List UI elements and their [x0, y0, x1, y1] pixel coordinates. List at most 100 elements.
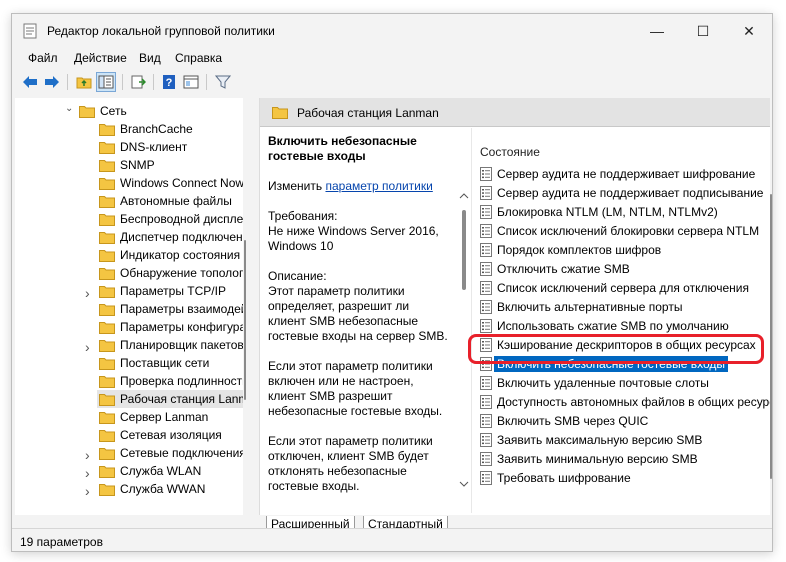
- tree-item-label: Параметры TCP/IP: [120, 284, 226, 298]
- show-hide-tree-icon[interactable]: [96, 72, 116, 92]
- policy-setting-icon: [480, 394, 492, 409]
- folder-icon: [99, 393, 115, 406]
- folder-icon: [99, 357, 115, 370]
- policy-row-label: Включить альтернативные порты: [497, 299, 683, 314]
- tree-item-label: Индикатор состояния: [120, 248, 241, 262]
- tree-item[interactable]: BranchCache: [99, 120, 193, 138]
- folder-icon: [99, 213, 115, 226]
- tree-item-label: Параметры взаимодействия: [120, 302, 243, 316]
- chevron-right-icon[interactable]: ›: [85, 465, 90, 481]
- tree-item-label: Планировщик пакетов: [120, 338, 243, 352]
- policy-row[interactable]: Заявить максимальную версию SMB: [480, 430, 770, 449]
- toolbar-separator: [206, 74, 207, 90]
- policy-row[interactable]: Список исключений сервера для отключения: [480, 278, 770, 297]
- details-header-title: Рабочая станция Lanman: [297, 106, 439, 120]
- tree-item-label: Беспроводной дисплей: [120, 212, 243, 226]
- chevron-right-icon[interactable]: ›: [85, 339, 90, 355]
- up-folder-icon[interactable]: [74, 72, 94, 92]
- tree-item-network[interactable]: Сеть: [79, 102, 127, 120]
- folder-icon: [99, 249, 115, 262]
- policy-row[interactable]: Порядок комплектов шифров: [480, 240, 770, 259]
- tree-item[interactable]: Сетевые подключения: [99, 444, 243, 462]
- tree-item[interactable]: Обнаружение топологии: [99, 264, 243, 282]
- policy-row[interactable]: Доступность автономных файлов в общих ре…: [480, 392, 770, 411]
- policy-row[interactable]: Отключить сжатие SMB: [480, 259, 770, 278]
- help-icon[interactable]: ?: [159, 72, 179, 92]
- back-arrow-icon[interactable]: [20, 72, 40, 92]
- policy-row-label: Заявить максимальную версию SMB: [497, 432, 703, 447]
- tree-item-label: Поставщик сети: [120, 356, 210, 370]
- tree-item-label: Сетевая изоляция: [120, 428, 222, 442]
- disabled-description: Если этот параметр политики отключен, кл…: [268, 434, 433, 493]
- close-button[interactable]: ✕: [726, 14, 772, 48]
- policy-setting-icon: [480, 242, 492, 257]
- policy-row[interactable]: Включить удаленные почтовые слоты: [480, 373, 770, 392]
- policy-row[interactable]: Сервер аудита не поддерживает шифрование: [480, 164, 770, 183]
- tree-item[interactable]: Сервер Lanman: [99, 408, 208, 426]
- tree-item[interactable]: Сетевая изоляция: [99, 426, 222, 444]
- tree-item[interactable]: Индикатор состояния: [99, 246, 240, 264]
- toolbar-separator: [67, 74, 68, 90]
- column-header-state[interactable]: Состояние: [480, 145, 540, 159]
- menu-help[interactable]: Справка: [175, 51, 222, 65]
- policy-row[interactable]: Включить SMB через QUIC: [480, 411, 770, 430]
- tree-item-label: Сервер Lanman: [120, 410, 209, 424]
- folder-icon: [99, 195, 115, 208]
- chevron-down-icon[interactable]: ⌄: [65, 103, 73, 114]
- tree-item[interactable]: Служба WLAN: [99, 462, 201, 480]
- tree-item[interactable]: Проверка подлинности: [99, 372, 243, 390]
- policy-row[interactable]: Включить альтернативные порты: [480, 297, 770, 316]
- tree-item[interactable]: Рабочая станция Lanman: [97, 390, 243, 408]
- tree-item[interactable]: Параметры TCP/IP: [99, 282, 226, 300]
- policy-row[interactable]: Требовать шифрование: [480, 468, 770, 487]
- tree-item-label: Служба WWAN: [120, 482, 206, 496]
- tree-item[interactable]: SNMP: [99, 156, 155, 174]
- tree-scrollbar[interactable]: [244, 240, 246, 400]
- tree-item[interactable]: Планировщик пакетов: [99, 336, 243, 354]
- forward-arrow-icon[interactable]: [42, 72, 62, 92]
- menu-view[interactable]: Вид: [139, 51, 161, 65]
- tree-item[interactable]: Поставщик сети: [99, 354, 209, 372]
- menu-action[interactable]: Действие: [74, 51, 127, 65]
- policy-row[interactable]: Сервер аудита не поддерживает подписыван…: [480, 183, 770, 202]
- filter-icon[interactable]: [213, 72, 233, 92]
- policy-row[interactable]: Список исключений блокировки сервера NTL…: [480, 221, 770, 240]
- properties-panel-icon[interactable]: [181, 72, 201, 92]
- edit-policy-link[interactable]: параметр политики: [325, 179, 432, 193]
- policy-row-label: Сервер аудита не поддерживает шифрование: [497, 166, 756, 181]
- tree-item[interactable]: DNS-клиент: [99, 138, 187, 156]
- enabled-description: Если этот параметр политики включен или …: [268, 359, 443, 418]
- policy-setting-icon: [480, 413, 492, 428]
- maximize-button[interactable]: ☐: [680, 14, 726, 48]
- folder-icon: [272, 107, 288, 119]
- policy-setting-icon: [480, 299, 492, 314]
- folder-icon: [99, 339, 115, 352]
- details-header: Рабочая станция Lanman: [260, 98, 770, 127]
- minimize-button[interactable]: —: [634, 14, 680, 48]
- chevron-right-icon[interactable]: ›: [85, 483, 90, 499]
- policy-row[interactable]: Блокировка NTLM (LM, NTLM, NTLMv2): [480, 202, 770, 221]
- tree-item[interactable]: Параметры конфигурации: [99, 318, 243, 336]
- policy-setting-icon: [480, 166, 492, 181]
- policy-list-scrollbar[interactable]: [770, 194, 772, 479]
- policy-row[interactable]: Заявить минимальную версию SMB: [480, 449, 770, 468]
- export-list-icon[interactable]: [128, 72, 148, 92]
- chevron-right-icon[interactable]: ›: [85, 285, 90, 301]
- chevron-right-icon[interactable]: ›: [85, 447, 90, 463]
- folder-icon: [99, 267, 115, 280]
- tree-item-label: DNS-клиент: [120, 140, 188, 154]
- tree-item[interactable]: Беспроводной дисплей: [99, 210, 243, 228]
- tree-item[interactable]: Автономные файлы: [99, 192, 232, 210]
- tree-item[interactable]: Параметры взаимодействия: [99, 300, 243, 318]
- tree-item[interactable]: Служба WWAN: [99, 480, 205, 498]
- tree-item[interactable]: Windows Connect Now: [99, 174, 243, 192]
- menu-file[interactable]: Файл: [28, 51, 58, 65]
- tree-item-label: BranchCache: [120, 122, 193, 136]
- toolbar-separator: [122, 74, 123, 90]
- folder-icon: [99, 429, 115, 442]
- policy-row[interactable]: Использовать сжатие SMB по умолчанию: [480, 316, 770, 335]
- tree-item[interactable]: Диспетчер подключений: [99, 228, 243, 246]
- policy-setting-icon: [480, 223, 492, 238]
- policy-row-label: Отключить сжатие SMB: [497, 261, 630, 276]
- policy-setting-icon: [480, 280, 492, 295]
